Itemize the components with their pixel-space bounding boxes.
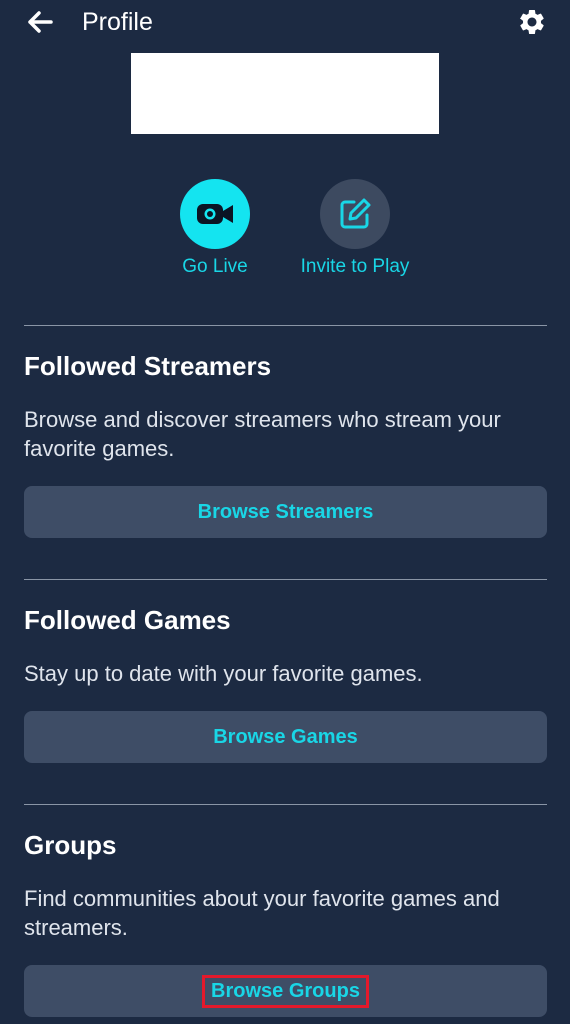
video-camera-icon [197, 204, 233, 224]
browse-games-button[interactable]: Browse Games [24, 711, 547, 763]
divider [24, 804, 547, 805]
followed-games-description: Stay up to date with your favorite games… [24, 661, 423, 686]
divider [24, 579, 547, 580]
back-button[interactable] [22, 6, 58, 38]
go-live-circle[interactable] [180, 179, 250, 249]
profile-banner [131, 53, 439, 134]
page-title: Profile [82, 8, 153, 36]
invite-circle[interactable] [320, 179, 390, 249]
app-header: Profile [0, 0, 570, 46]
followed-streamers-description: Browse and discover streamers who stream… [24, 407, 501, 461]
invite-to-play-button[interactable]: Invite to Play [284, 179, 426, 278]
browse-games-label: Browse Games [213, 725, 358, 748]
browse-groups-label: Browse Groups [202, 974, 369, 1008]
browse-streamers-button[interactable]: Browse Streamers [24, 486, 547, 538]
browse-groups-button[interactable]: Browse Groups [24, 965, 547, 1017]
divider [24, 325, 547, 326]
followed-streamers-title: Followed Streamers [24, 351, 272, 381]
invite-to-play-label: Invite to Play [300, 256, 410, 277]
groups-description: Find communities about your favorite gam… [24, 886, 500, 940]
gear-icon [519, 9, 544, 34]
followed-games-title: Followed Games [24, 605, 231, 635]
edit-square-icon [340, 198, 371, 229]
go-live-label: Go Live [182, 256, 248, 277]
arrow-left-icon [28, 11, 53, 33]
browse-streamers-label: Browse Streamers [197, 500, 374, 523]
go-live-button[interactable]: Go Live [170, 179, 260, 278]
groups-title: Groups [24, 830, 117, 860]
settings-button[interactable] [516, 6, 548, 38]
